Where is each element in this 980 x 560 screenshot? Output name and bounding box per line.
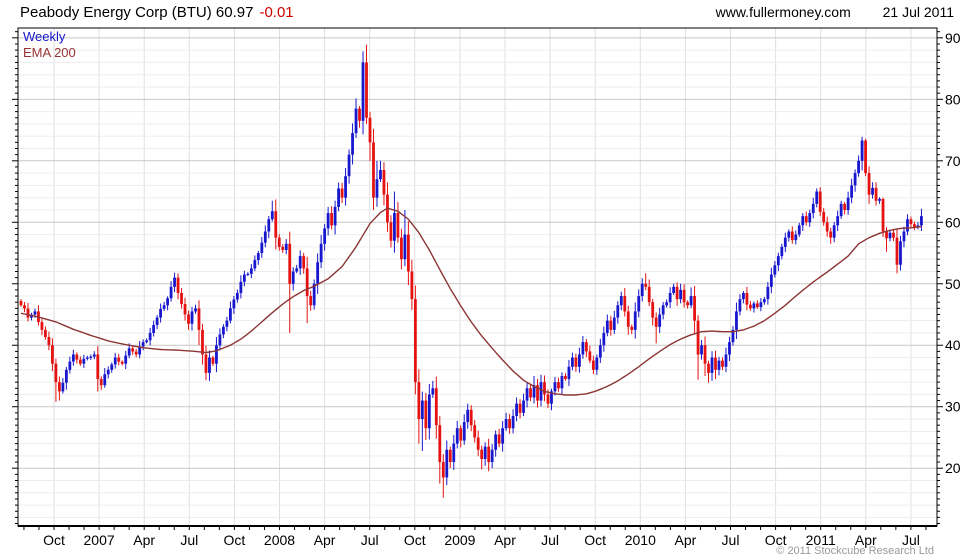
svg-text:Oct: Oct [224, 532, 246, 548]
svg-text:2010: 2010 [625, 532, 656, 548]
svg-text:60: 60 [945, 214, 961, 230]
svg-text:Jul: Jul [361, 532, 379, 548]
svg-text:Apr: Apr [133, 532, 155, 548]
chart-title: Peabody Energy Corp (BTU) 60.97 [20, 4, 254, 21]
legend-weekly-label: Weekly [23, 29, 66, 44]
svg-text:30: 30 [945, 399, 961, 415]
svg-text:Apr: Apr [494, 532, 516, 548]
svg-text:80: 80 [945, 91, 961, 107]
svg-text:Apr: Apr [314, 532, 336, 548]
chart-date: 21 Jul 2011 [882, 4, 954, 20]
chart-legend: Weekly EMA 200 [23, 29, 76, 61]
svg-text:Jul: Jul [180, 532, 198, 548]
svg-text:20: 20 [945, 460, 961, 476]
svg-text:Oct: Oct [584, 532, 606, 548]
svg-text:Jul: Jul [541, 532, 559, 548]
svg-text:Oct: Oct [404, 532, 426, 548]
site-link[interactable]: www.fullermoney.com [716, 4, 851, 20]
svg-text:40: 40 [945, 337, 961, 353]
copyright-note: © 2011 Stockcube Research Ltd [776, 545, 934, 557]
svg-text:Oct: Oct [43, 532, 65, 548]
svg-text:2008: 2008 [264, 532, 295, 548]
svg-text:70: 70 [945, 153, 961, 169]
svg-text:Apr: Apr [675, 532, 697, 548]
svg-text:50: 50 [945, 276, 961, 292]
price-change: -0.01 [259, 4, 294, 21]
legend-ema-label: EMA 200 [23, 45, 76, 60]
svg-text:Jul: Jul [722, 532, 740, 548]
svg-text:2007: 2007 [84, 532, 115, 548]
svg-text:2009: 2009 [444, 532, 475, 548]
chart-header-right: www.fullermoney.com 21 Jul 2011 [716, 4, 954, 20]
chart-canvas: 90 80 70 60 50 40 30 20 Oct 2007 Apr Jul Oct 2008 Apr J… [12, 27, 961, 548]
svg-text:90: 90 [945, 30, 961, 46]
chart-title-row: Peabody Energy Corp (BTU) 60.97 -0.01 [20, 4, 294, 21]
stock-chart-page: 90 80 70 60 50 40 30 20 Oct 2007 Apr Jul Oct 2008 Apr J… [0, 0, 980, 560]
